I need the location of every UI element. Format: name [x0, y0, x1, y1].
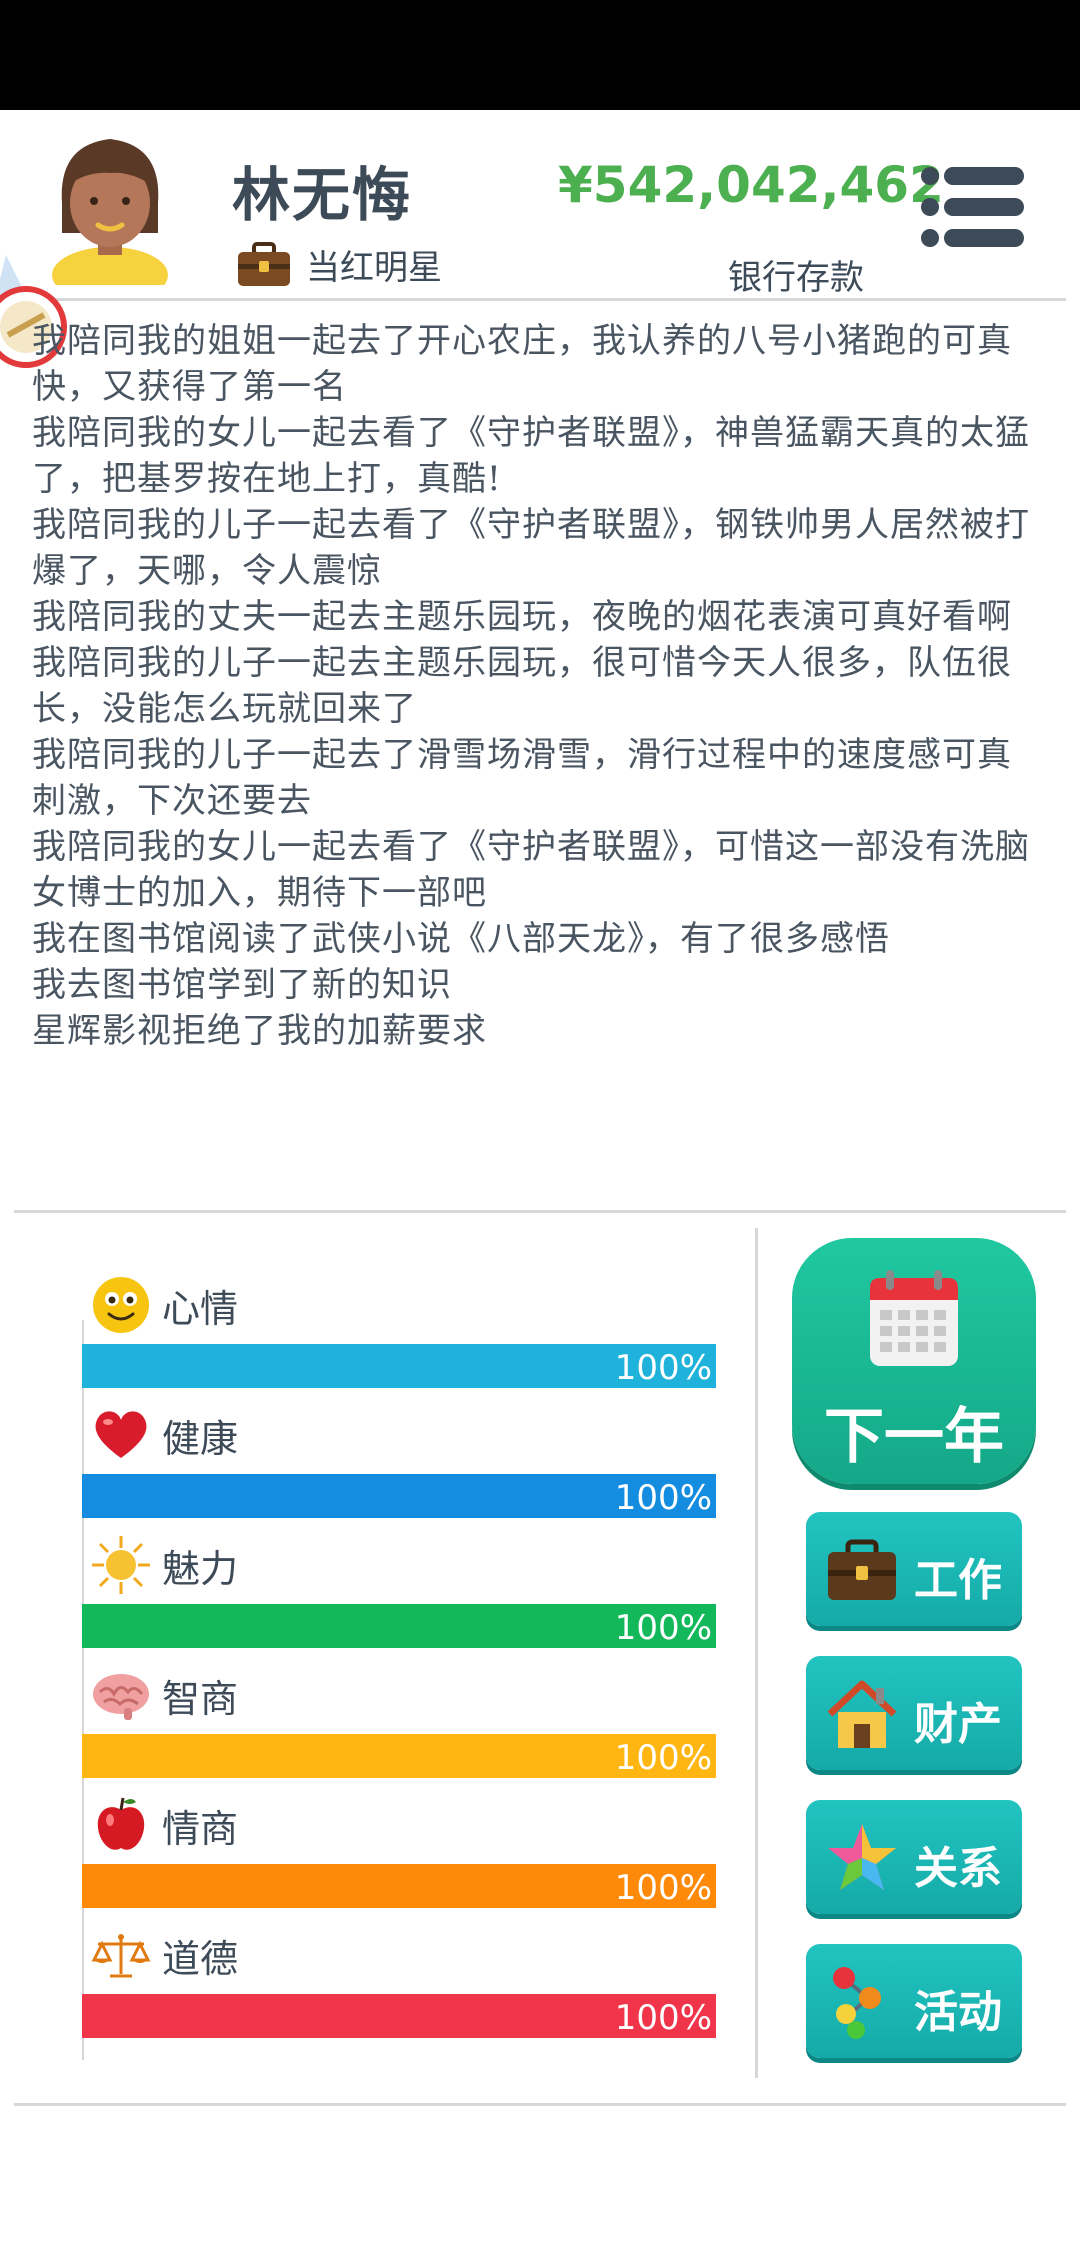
stat-value: 100%	[614, 1738, 712, 1778]
log-entry: 我陪同我的丈夫一起去主题乐园玩，夜晚的烟花表演可真好看啊	[32, 597, 1012, 637]
stat-value: 100%	[614, 1868, 712, 1908]
log-entry: 我陪同我的儿子一起去主题乐园玩，很可惜今天人很多，队伍很长，没能怎么玩就回来了	[32, 643, 1012, 729]
stat-mood: 心情 100%	[82, 1270, 716, 1388]
stat-morality: 道德 100%	[82, 1920, 716, 2038]
bottom-divider	[14, 2103, 1066, 2106]
star-icon	[828, 1824, 896, 1890]
stat-bar: 100%	[82, 1474, 716, 1518]
work-label: 工作	[914, 1555, 1002, 1606]
house-icon	[827, 1680, 897, 1748]
header-divider	[0, 298, 1066, 301]
smiley-icon	[93, 1277, 149, 1333]
stat-bar: 100%	[82, 1994, 716, 2038]
stat-value: 100%	[614, 1348, 712, 1388]
log-entry: 我陪同我的儿子一起去了滑雪场滑雪，滑行过程中的速度感可真刺激，下次还要去	[32, 735, 1012, 821]
stat-label: 心情	[162, 1286, 239, 1331]
stat-label: 魅力	[162, 1546, 239, 1591]
scales-icon	[91, 1934, 151, 1978]
property-button[interactable]: 财产	[806, 1656, 1022, 1770]
apple-icon	[97, 1797, 145, 1850]
log-entry: 我陪同我的姐姐一起去了开心农庄，我认养的八号小猪跑的可真快，又获得了第一名	[32, 321, 1012, 407]
briefcase-icon	[828, 1539, 896, 1600]
stat-label: 情商	[162, 1806, 239, 1851]
activities-label: 活动	[914, 1987, 1002, 2038]
calendar-icon	[870, 1270, 958, 1366]
next-year-button[interactable]: 下一年	[792, 1238, 1036, 1484]
stat-label: 道德	[162, 1936, 239, 1981]
activity-dots-icon	[833, 1967, 881, 2039]
stat-label: 健康	[162, 1416, 239, 1461]
stat-bar: 100%	[82, 1734, 716, 1778]
log-entry: 我陪同我的儿子一起去看了《守护者联盟》，钢铁帅男人居然被打爆了，天哪，令人震惊	[32, 505, 1030, 591]
property-label: 财产	[914, 1699, 1002, 1750]
briefcase-icon	[238, 241, 290, 286]
log-entry: 我陪同我的女儿一起去看了《守护者联盟》，可惜这一部没有洗脑女博士的加入，期待下一…	[32, 827, 1030, 913]
stat-bar: 100%	[82, 1864, 716, 1908]
sun-icon	[92, 1536, 150, 1594]
column-divider	[755, 1228, 758, 2078]
log-entry: 我去图书馆学到了新的知识	[32, 965, 452, 1005]
stat-bar: 100%	[82, 1604, 716, 1648]
status-bar	[0, 0, 1080, 110]
relations-label: 关系	[914, 1843, 1002, 1894]
menu-button[interactable]	[920, 166, 1024, 248]
work-button[interactable]: 工作	[806, 1512, 1022, 1626]
next-year-label: 下一年	[824, 1402, 1004, 1472]
stat-value: 100%	[614, 1608, 712, 1648]
stat-eq: 情商 100%	[82, 1790, 716, 1908]
section-divider	[14, 1210, 1066, 1213]
stat-health: 健康 100%	[82, 1400, 716, 1518]
brain-icon	[93, 1674, 149, 1720]
heart-icon	[95, 1411, 147, 1458]
log-entry: 我陪同我的女儿一起去看了《守护者联盟》，神兽猛霸天真的太猛了，把基罗按在地上打，…	[32, 413, 1030, 499]
stat-bar: 100%	[82, 1344, 716, 1388]
stat-value: 100%	[614, 1998, 712, 2038]
menu-icon	[921, 167, 1024, 247]
stat-iq: 智商 100%	[82, 1660, 716, 1778]
player-name: 林无悔	[232, 161, 413, 229]
player-header: 林无悔 当红明星 ¥542,042,462 银行存款	[0, 110, 1080, 300]
event-log: 我陪同我的姐姐一起去了开心农庄，我认养的八号小猪跑的可真快，又获得了第一名 我陪…	[32, 318, 1042, 1054]
money-label: 银行存款	[728, 258, 864, 298]
stat-label: 智商	[162, 1676, 239, 1721]
activities-button[interactable]: 活动	[806, 1944, 1022, 2058]
log-entry: 我在图书馆阅读了武侠小说《八部天龙》，有了很多感悟	[32, 919, 890, 959]
relations-button[interactable]: 关系	[806, 1800, 1022, 1914]
log-entry: 星辉影视拒绝了我的加薪要求	[32, 1011, 487, 1051]
job-title: 当红明星	[306, 248, 442, 288]
job-row[interactable]: 当红明星	[236, 240, 442, 289]
stat-value: 100%	[614, 1478, 712, 1518]
money-amount: ¥542,042,462	[558, 156, 944, 214]
stat-charm: 魅力 100%	[82, 1530, 716, 1648]
